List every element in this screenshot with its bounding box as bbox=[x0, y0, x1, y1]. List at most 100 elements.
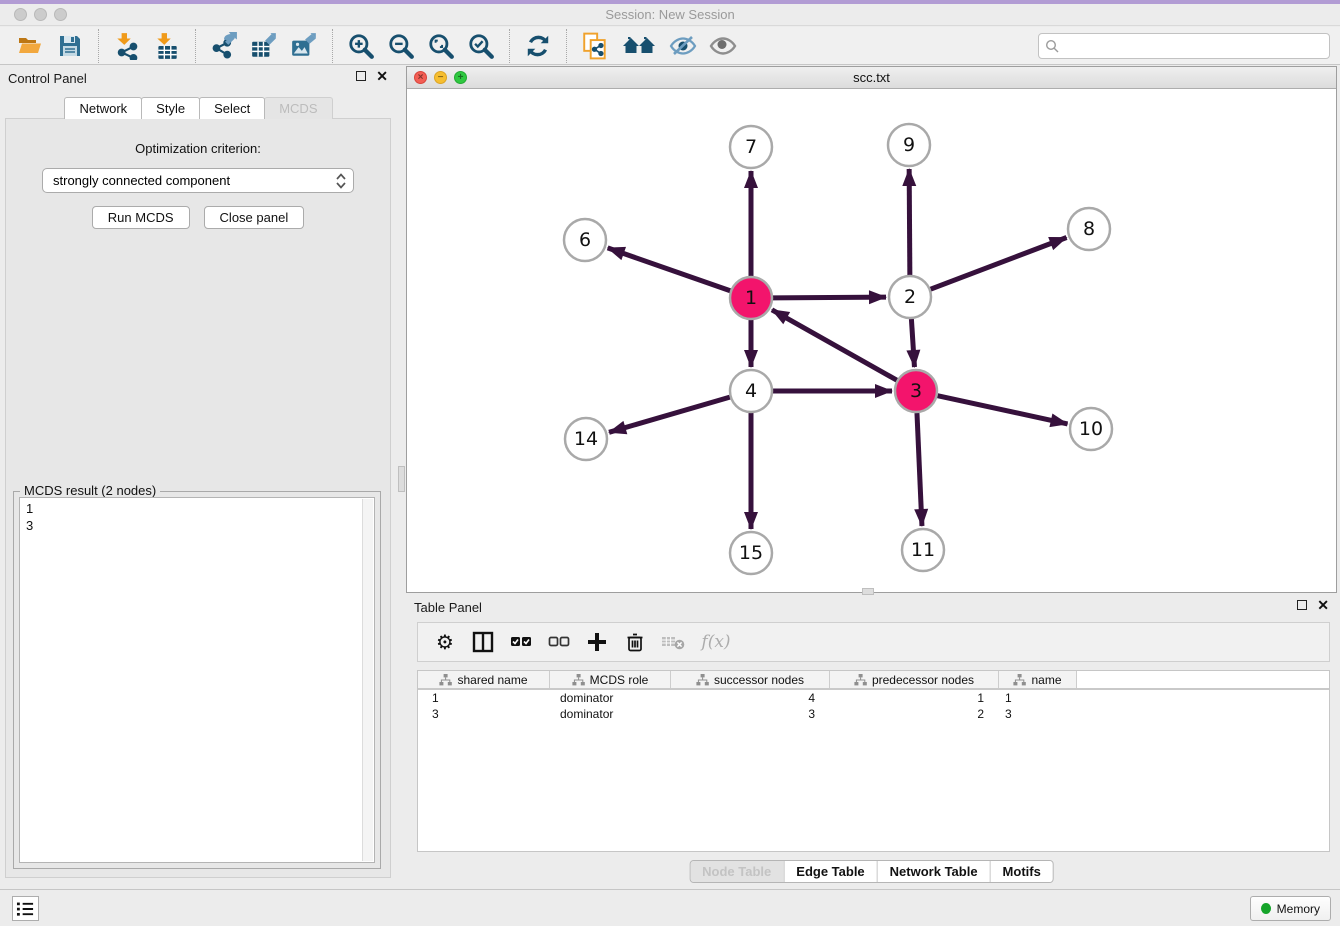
graph-edge-2-3[interactable] bbox=[911, 319, 914, 367]
graph-edge-2-8[interactable] bbox=[931, 238, 1067, 290]
graph-node-14[interactable]: 14 bbox=[565, 418, 607, 460]
graph-edge-1-6[interactable] bbox=[608, 248, 731, 291]
main-toolbar bbox=[0, 27, 1340, 65]
function-builder-icon[interactable]: f(x) bbox=[696, 627, 736, 657]
graph-node-7[interactable]: 7 bbox=[730, 126, 772, 168]
add-column-icon[interactable] bbox=[582, 627, 612, 657]
gear-icon[interactable]: ⚙ bbox=[430, 627, 460, 657]
table-cell: 4 bbox=[671, 690, 830, 706]
control-panel: Control Panel ✕ NetworkStyleSelectMCDS O… bbox=[0, 66, 396, 884]
deselect-all-icon[interactable] bbox=[544, 627, 574, 657]
task-history-button[interactable] bbox=[12, 896, 39, 921]
graph-node-9[interactable]: 9 bbox=[888, 124, 930, 166]
column-tree-icon bbox=[1013, 674, 1026, 686]
mcds-panel: Optimization criterion: strongly connect… bbox=[5, 118, 391, 878]
status-bar: Memory bbox=[0, 889, 1340, 926]
tab-select[interactable]: Select bbox=[199, 97, 265, 119]
table-header-row: shared nameMCDS rolesuccessor nodesprede… bbox=[418, 671, 1329, 690]
column-header-MCDS-role[interactable]: MCDS role bbox=[550, 671, 671, 688]
table-panel: Table Panel ✕ ⚙ f(x) bbox=[406, 595, 1337, 888]
delete-icon[interactable] bbox=[620, 627, 650, 657]
graph-edge-1-2[interactable] bbox=[773, 297, 886, 298]
float-panel-icon[interactable] bbox=[356, 71, 366, 81]
column-header-name[interactable]: name bbox=[999, 671, 1077, 688]
result-scrollbar[interactable] bbox=[362, 499, 373, 861]
toolbar-separator bbox=[98, 29, 99, 63]
delete-column-icon[interactable] bbox=[658, 627, 688, 657]
search-field[interactable] bbox=[1038, 33, 1330, 59]
table-row[interactable]: 1dominator411 bbox=[418, 690, 1329, 706]
clone-network-icon[interactable] bbox=[579, 30, 611, 62]
import-network-icon[interactable] bbox=[111, 30, 143, 62]
export-network-icon[interactable] bbox=[208, 30, 240, 62]
show-columns-icon[interactable] bbox=[468, 627, 498, 657]
graph-node-4[interactable]: 4 bbox=[730, 370, 772, 412]
graph-node-11[interactable]: 11 bbox=[902, 529, 944, 571]
tab-network-table[interactable]: Network Table bbox=[877, 861, 990, 882]
hide-graphics-details-icon[interactable] bbox=[667, 30, 699, 62]
close-table-panel-icon[interactable]: ✕ bbox=[1317, 600, 1329, 610]
criterion-dropdown[interactable]: strongly connected component bbox=[42, 168, 354, 193]
graph-edge-2-9[interactable] bbox=[909, 169, 910, 275]
application-window: Session: New Session bbox=[0, 0, 1340, 926]
search-input[interactable] bbox=[1063, 39, 1323, 54]
vertical-splitter-handle[interactable] bbox=[398, 466, 405, 492]
graph-node-8[interactable]: 8 bbox=[1068, 208, 1110, 250]
table-cell: dominator bbox=[550, 706, 671, 722]
criterion-value: strongly connected component bbox=[53, 173, 335, 188]
graph-node-6[interactable]: 6 bbox=[564, 219, 606, 261]
zoom-in-icon[interactable] bbox=[345, 30, 377, 62]
zoom-out-icon[interactable] bbox=[385, 30, 417, 62]
tab-style[interactable]: Style bbox=[141, 97, 200, 119]
network-canvas[interactable]: 7 9 6 8 1 2 4 3 14 10 15 11 bbox=[407, 89, 1336, 592]
graph-edge-3-11[interactable] bbox=[917, 413, 922, 526]
graph-edge-3-1[interactable] bbox=[772, 310, 897, 380]
svg-text:9: 9 bbox=[903, 134, 915, 156]
graph-node-1[interactable]: 1 bbox=[730, 277, 772, 319]
svg-text:6: 6 bbox=[579, 229, 591, 251]
select-all-icon[interactable] bbox=[506, 627, 536, 657]
column-header-successor-nodes[interactable]: successor nodes bbox=[671, 671, 830, 688]
network-window-titlebar[interactable]: × − + scc.txt bbox=[407, 67, 1336, 89]
graph-node-15[interactable]: 15 bbox=[730, 532, 772, 574]
home-icon[interactable] bbox=[619, 30, 659, 62]
graph-edge-4-14[interactable] bbox=[609, 397, 730, 432]
float-table-panel-icon[interactable] bbox=[1297, 600, 1307, 610]
export-image-icon[interactable] bbox=[288, 30, 320, 62]
graph-node-2[interactable]: 2 bbox=[889, 276, 931, 318]
graph-node-10[interactable]: 10 bbox=[1070, 408, 1112, 450]
memory-status-icon bbox=[1261, 903, 1271, 914]
table-cell: dominator bbox=[550, 690, 671, 706]
tab-network[interactable]: Network bbox=[64, 97, 142, 119]
table-row[interactable]: 3dominator323 bbox=[418, 706, 1329, 722]
svg-text:15: 15 bbox=[739, 542, 763, 564]
svg-text:3: 3 bbox=[910, 380, 922, 402]
zoom-fit-icon[interactable] bbox=[425, 30, 457, 62]
zoom-selected-icon[interactable] bbox=[465, 30, 497, 62]
graph-edge-3-10[interactable] bbox=[937, 396, 1067, 424]
close-panel-icon[interactable]: ✕ bbox=[376, 71, 388, 81]
import-table-icon[interactable] bbox=[151, 30, 183, 62]
node-table[interactable]: shared nameMCDS rolesuccessor nodesprede… bbox=[417, 670, 1330, 852]
memory-button[interactable]: Memory bbox=[1250, 896, 1331, 921]
horizontal-splitter-handle[interactable] bbox=[862, 588, 874, 595]
export-table-icon[interactable] bbox=[248, 30, 280, 62]
apply-layout-icon[interactable] bbox=[522, 30, 554, 62]
tab-motifs[interactable]: Motifs bbox=[990, 861, 1053, 882]
show-graphics-details-icon[interactable] bbox=[707, 30, 739, 62]
tab-edge-table[interactable]: Edge Table bbox=[783, 861, 876, 882]
tab-mcds[interactable]: MCDS bbox=[264, 97, 332, 119]
column-header-predecessor-nodes[interactable]: predecessor nodes bbox=[830, 671, 999, 688]
column-header-shared-name[interactable]: shared name bbox=[418, 671, 550, 688]
graph-node-3[interactable]: 3 bbox=[895, 370, 937, 412]
run-mcds-button[interactable]: Run MCDS bbox=[92, 206, 190, 229]
open-file-icon[interactable] bbox=[14, 30, 46, 62]
dropdown-stepper-icon bbox=[335, 172, 347, 190]
save-session-icon[interactable] bbox=[54, 30, 86, 62]
toolbar-separator bbox=[566, 29, 567, 63]
mcds-result-area[interactable]: 1 3 bbox=[19, 497, 375, 863]
svg-text:2: 2 bbox=[904, 286, 916, 308]
tab-node-table[interactable]: Node Table bbox=[690, 861, 783, 882]
close-panel-button[interactable]: Close panel bbox=[204, 206, 305, 229]
svg-text:4: 4 bbox=[745, 380, 757, 402]
